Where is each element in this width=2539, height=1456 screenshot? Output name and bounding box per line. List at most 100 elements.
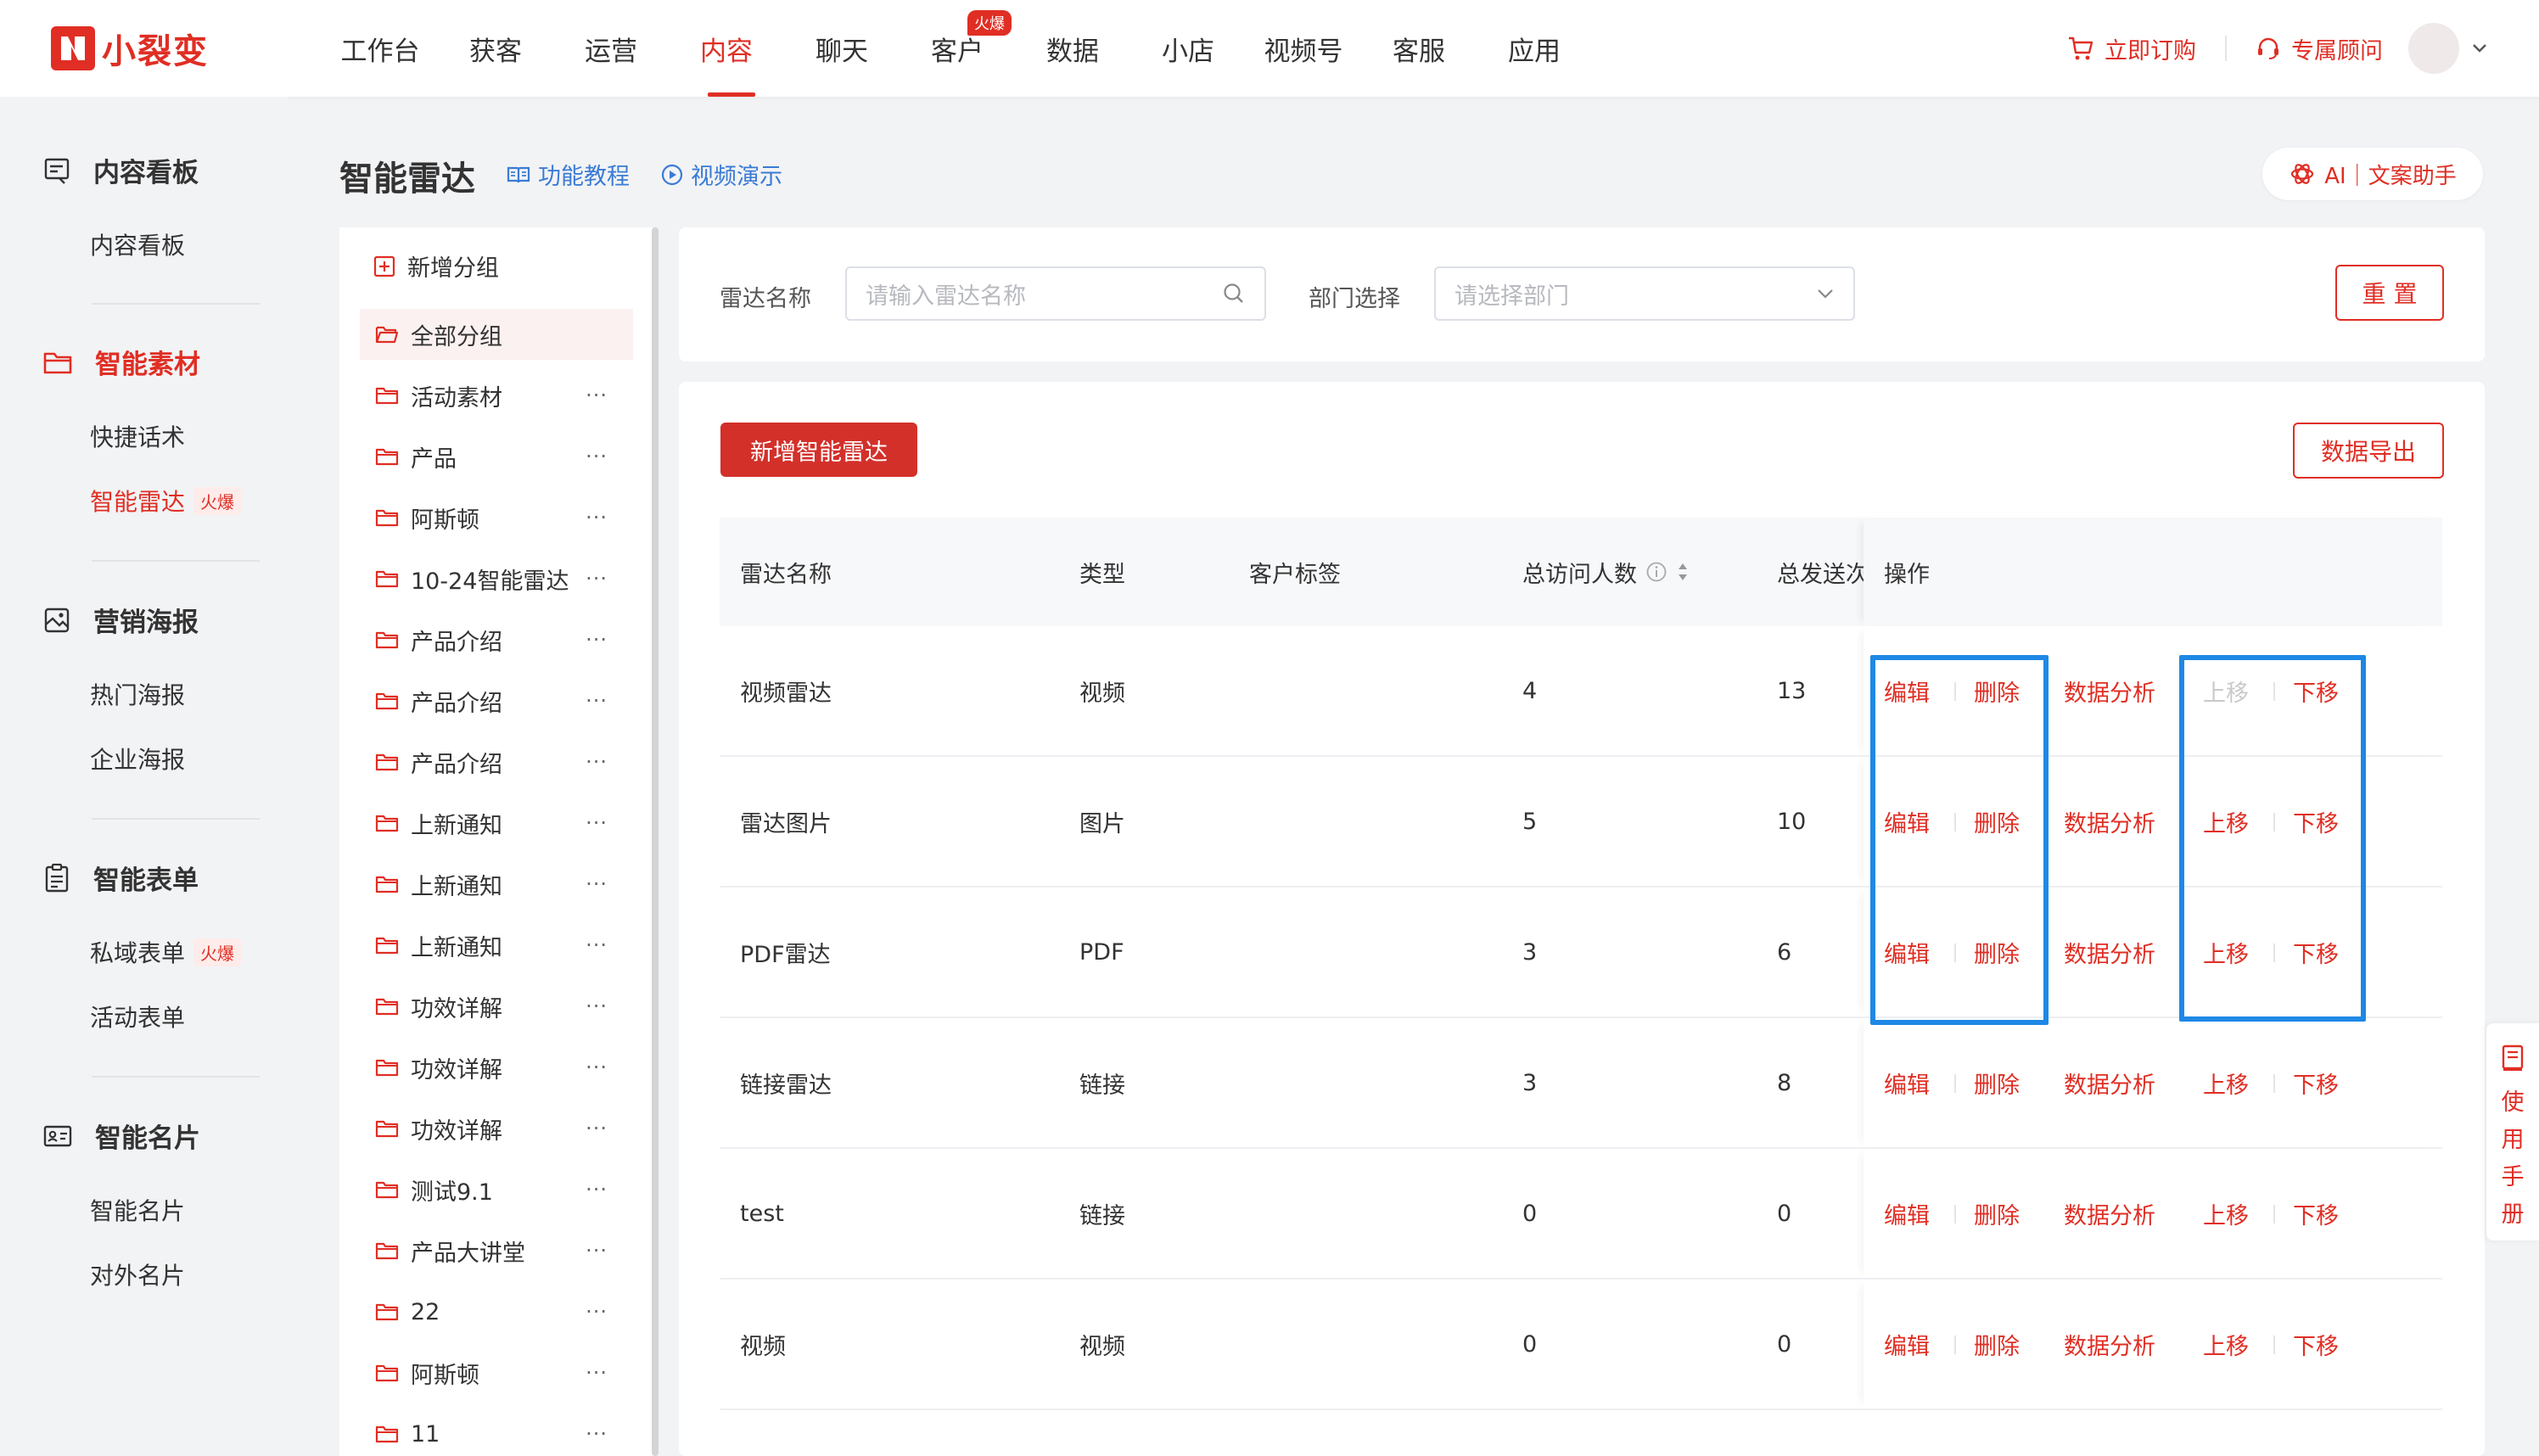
edit-button[interactable]: 编辑: [1884, 757, 1930, 886]
col-total-visitors[interactable]: 总访问人数: [1522, 518, 1690, 626]
more-options-icon[interactable]: ···: [586, 1300, 608, 1324]
group-item[interactable]: 产品大讲堂 ···: [360, 1225, 633, 1276]
data-analysis-button[interactable]: 数据分析: [2064, 1280, 2155, 1408]
group-item[interactable]: 上新通知 ···: [360, 798, 633, 848]
group-item-all[interactable]: 全部分组: [360, 309, 633, 360]
order-link[interactable]: 立即订购: [2067, 32, 2196, 65]
nav-item-video[interactable]: 视频号: [1246, 0, 1361, 97]
sidebar-section-card[interactable]: 智能名片: [42, 1117, 200, 1155]
delete-button[interactable]: 删除: [1974, 1149, 2020, 1278]
avatar[interactable]: [2408, 23, 2459, 74]
move-down-button[interactable]: 下移: [2293, 888, 2339, 1016]
more-options-icon[interactable]: ···: [586, 1178, 608, 1201]
move-down-button[interactable]: 下移: [2293, 757, 2339, 886]
move-up-button[interactable]: 上移: [2203, 888, 2249, 1016]
radar-name-input[interactable]: 请输入雷达名称: [845, 266, 1266, 321]
move-up-button[interactable]: 上移: [2203, 1018, 2249, 1147]
more-options-icon[interactable]: ···: [586, 994, 608, 1018]
group-item[interactable]: 11 ···: [360, 1408, 633, 1456]
sidebar-item-company-poster[interactable]: 企业海报: [90, 742, 185, 776]
more-options-icon[interactable]: ···: [586, 1239, 608, 1263]
chevron-down-icon[interactable]: [2471, 42, 2488, 54]
delete-button[interactable]: 删除: [1974, 757, 2020, 886]
data-analysis-button[interactable]: 数据分析: [2064, 1149, 2155, 1278]
nav-item-content[interactable]: 内容: [669, 0, 784, 97]
more-options-icon[interactable]: ···: [586, 933, 608, 957]
sort-icon[interactable]: [1676, 561, 1690, 583]
group-item[interactable]: 测试9.1 ···: [360, 1164, 633, 1215]
group-item[interactable]: 产品 ···: [360, 431, 633, 482]
nav-item-operation[interactable]: 运营: [553, 0, 669, 97]
nav-item-customer[interactable]: 客户 火爆: [900, 0, 1015, 97]
edit-button[interactable]: 编辑: [1884, 1280, 1930, 1408]
more-options-icon[interactable]: ···: [586, 811, 608, 835]
sidebar-item-quick-reply[interactable]: 快捷话术: [90, 419, 185, 453]
more-options-icon[interactable]: ···: [586, 872, 608, 896]
more-options-icon[interactable]: ···: [586, 506, 608, 529]
sidebar-item-content-board[interactable]: 内容看板: [90, 227, 185, 261]
more-options-icon[interactable]: ···: [586, 1056, 608, 1079]
edit-button[interactable]: 编辑: [1884, 888, 1930, 1016]
nav-item-data[interactable]: 数据: [1015, 0, 1130, 97]
group-item[interactable]: 产品介绍 ···: [360, 614, 633, 665]
group-item[interactable]: 产品介绍 ···: [360, 675, 633, 726]
delete-button[interactable]: 删除: [1974, 1018, 2020, 1147]
video-link[interactable]: 视频演示: [660, 158, 782, 191]
group-item[interactable]: 活动素材 ···: [360, 370, 633, 421]
more-options-icon[interactable]: ···: [586, 1422, 608, 1446]
sidebar-item-smart-radar[interactable]: 智能雷达 火爆: [90, 484, 242, 518]
nav-item-workbench[interactable]: 工作台: [322, 0, 438, 97]
tutorial-link[interactable]: 功能教程: [506, 158, 630, 191]
group-panel-scrollbar[interactable]: [652, 227, 659, 1456]
sidebar-item-external-card[interactable]: 对外名片: [90, 1257, 185, 1291]
group-item[interactable]: 功效详解 ···: [360, 1103, 633, 1154]
group-item[interactable]: 功效详解 ···: [360, 981, 633, 1032]
add-radar-button[interactable]: 新增智能雷达: [720, 423, 917, 477]
nav-item-service[interactable]: 客服: [1361, 0, 1477, 97]
delete-button[interactable]: 删除: [1974, 1280, 2020, 1408]
edit-button[interactable]: 编辑: [1884, 1018, 1930, 1147]
more-options-icon[interactable]: ···: [586, 384, 608, 407]
sidebar-section-poster[interactable]: 营销海报: [42, 601, 199, 639]
data-analysis-button[interactable]: 数据分析: [2064, 626, 2155, 755]
edit-button[interactable]: 编辑: [1884, 1149, 1930, 1278]
more-options-icon[interactable]: ···: [586, 1361, 608, 1385]
brand-logo[interactable]: 小裂变: [51, 24, 209, 73]
ai-assistant-button[interactable]: AI｜文案助手: [2262, 148, 2483, 200]
data-analysis-button[interactable]: 数据分析: [2064, 757, 2155, 886]
move-down-button[interactable]: 下移: [2293, 1018, 2339, 1147]
group-item[interactable]: 22 ···: [360, 1286, 633, 1337]
sidebar-section-content-board[interactable]: 内容看板: [42, 151, 199, 189]
move-up-button[interactable]: 上移: [2203, 1149, 2249, 1278]
more-options-icon[interactable]: ···: [586, 1117, 608, 1140]
info-icon[interactable]: [1645, 561, 1667, 583]
move-up-button[interactable]: 上移: [2203, 1280, 2249, 1408]
group-item[interactable]: 阿斯顿 ···: [360, 1347, 633, 1398]
sidebar-section-smart-material[interactable]: 智能素材: [42, 343, 200, 381]
more-options-icon[interactable]: ···: [586, 689, 608, 713]
move-down-button[interactable]: 下移: [2293, 1280, 2339, 1408]
sidebar-item-hot-poster[interactable]: 热门海报: [90, 677, 185, 711]
search-icon[interactable]: [1222, 282, 1246, 305]
delete-button[interactable]: 删除: [1974, 888, 2020, 1016]
sidebar-item-smart-card[interactable]: 智能名片: [90, 1193, 185, 1227]
move-up-button[interactable]: 上移: [2203, 757, 2249, 886]
move-down-button[interactable]: 下移: [2293, 626, 2339, 755]
more-options-icon[interactable]: ···: [586, 750, 608, 774]
add-group-button[interactable]: 新增分组: [373, 249, 499, 283]
delete-button[interactable]: 删除: [1974, 626, 2020, 755]
group-item[interactable]: 功效详解 ···: [360, 1042, 633, 1093]
move-down-button[interactable]: 下移: [2293, 1149, 2339, 1278]
consultant-link[interactable]: 专属顾问: [2256, 32, 2383, 65]
more-options-icon[interactable]: ···: [586, 628, 608, 652]
data-analysis-button[interactable]: 数据分析: [2064, 888, 2155, 1016]
group-item[interactable]: 10-24智能雷达 ···: [360, 553, 633, 604]
user-manual-button[interactable]: 使用手册: [2486, 1023, 2539, 1240]
department-select[interactable]: 请选择部门: [1434, 266, 1855, 321]
edit-button[interactable]: 编辑: [1884, 626, 1930, 755]
sidebar-section-form[interactable]: 智能表单: [42, 859, 199, 897]
group-item[interactable]: 上新通知 ···: [360, 920, 633, 971]
nav-item-shop[interactable]: 小店: [1130, 0, 1246, 97]
sidebar-item-activity-form[interactable]: 活动表单: [90, 1000, 185, 1033]
more-options-icon[interactable]: ···: [586, 445, 608, 468]
